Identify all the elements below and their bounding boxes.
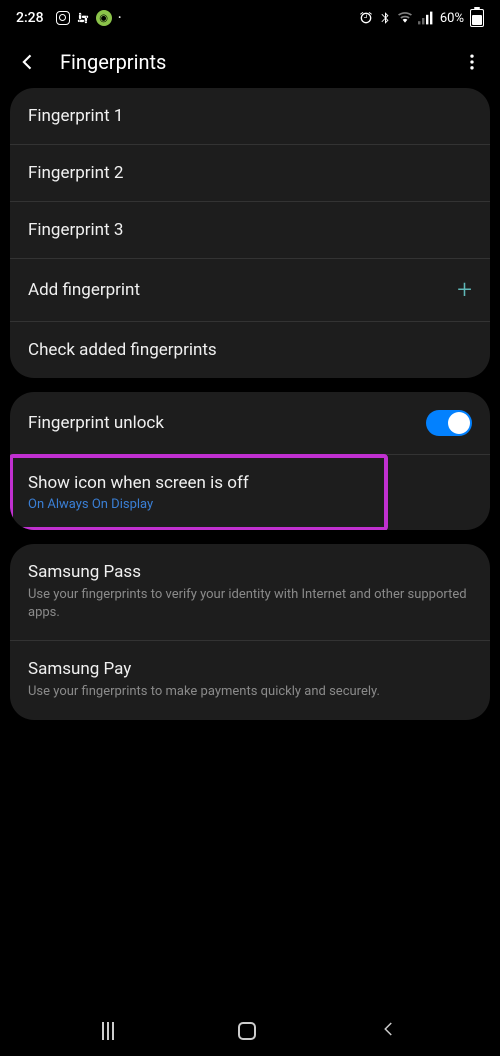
app-icon: ◉ xyxy=(96,10,112,26)
status-left: 2:28 ◉ · xyxy=(16,10,122,26)
signal-icon xyxy=(418,11,434,25)
back-button[interactable] xyxy=(16,50,40,74)
status-time: 2:28 xyxy=(16,10,44,26)
slack-icon xyxy=(76,11,90,25)
status-bar: 2:28 ◉ · 60% xyxy=(0,0,500,36)
item-label: Samsung Pass xyxy=(28,562,472,582)
nav-home-button[interactable] xyxy=(238,1022,256,1040)
fingerprint-unlock-item[interactable]: Fingerprint unlock xyxy=(10,392,490,455)
instagram-icon xyxy=(56,11,70,25)
item-label: Fingerprint 1 xyxy=(28,106,472,126)
content: Fingerprint 1 Fingerprint 2 Fingerprint … xyxy=(0,88,500,720)
item-sublabel: On Always On Display xyxy=(28,497,472,512)
apps-group: Samsung Pass Use your fingerprints to ve… xyxy=(10,544,490,720)
item-label: Fingerprint unlock xyxy=(28,413,164,433)
item-sublabel: Use your fingerprints to make payments q… xyxy=(28,683,472,701)
toggle-on[interactable] xyxy=(426,410,472,436)
battery-percentage: 60% xyxy=(440,11,464,26)
item-label: Show icon when screen is off xyxy=(28,473,472,493)
fingerprint-item[interactable]: Fingerprint 3 xyxy=(10,202,490,259)
unlock-group: Fingerprint unlock Show icon when screen… xyxy=(10,392,490,530)
show-icon-item[interactable]: Show icon when screen is off On Always O… xyxy=(10,455,490,530)
fingerprint-item[interactable]: Fingerprint 1 xyxy=(10,88,490,145)
battery-icon xyxy=(468,9,484,27)
check-fingerprints-item[interactable]: Check added fingerprints xyxy=(10,322,490,378)
more-options-button[interactable] xyxy=(460,50,484,74)
samsung-pay-item[interactable]: Samsung Pay Use your fingerprints to mak… xyxy=(10,641,490,719)
item-label: Samsung Pay xyxy=(28,659,472,679)
item-label: Fingerprint 2 xyxy=(28,163,472,183)
item-label: Check added fingerprints xyxy=(28,340,472,360)
nav-recent-button[interactable] xyxy=(102,1022,114,1040)
item-label: Fingerprint 3 xyxy=(28,220,472,240)
app-header: Fingerprints xyxy=(0,36,500,88)
navigation-bar xyxy=(0,1006,500,1056)
bluetooth-icon xyxy=(378,11,392,25)
item-sublabel: Use your fingerprints to verify your ide… xyxy=(28,586,472,622)
notification-dot-icon: · xyxy=(118,10,122,26)
page-title: Fingerprints xyxy=(60,50,440,74)
plus-icon: + xyxy=(457,277,472,303)
alarm-icon xyxy=(358,10,374,26)
wifi-icon xyxy=(396,11,414,25)
item-label: Add fingerprint xyxy=(28,280,140,300)
fingerprint-item[interactable]: Fingerprint 2 xyxy=(10,145,490,202)
status-right: 60% xyxy=(358,9,484,27)
nav-back-button[interactable] xyxy=(380,1020,398,1042)
samsung-pass-item[interactable]: Samsung Pass Use your fingerprints to ve… xyxy=(10,544,490,641)
add-fingerprint-item[interactable]: Add fingerprint + xyxy=(10,259,490,322)
fingerprints-group: Fingerprint 1 Fingerprint 2 Fingerprint … xyxy=(10,88,490,378)
